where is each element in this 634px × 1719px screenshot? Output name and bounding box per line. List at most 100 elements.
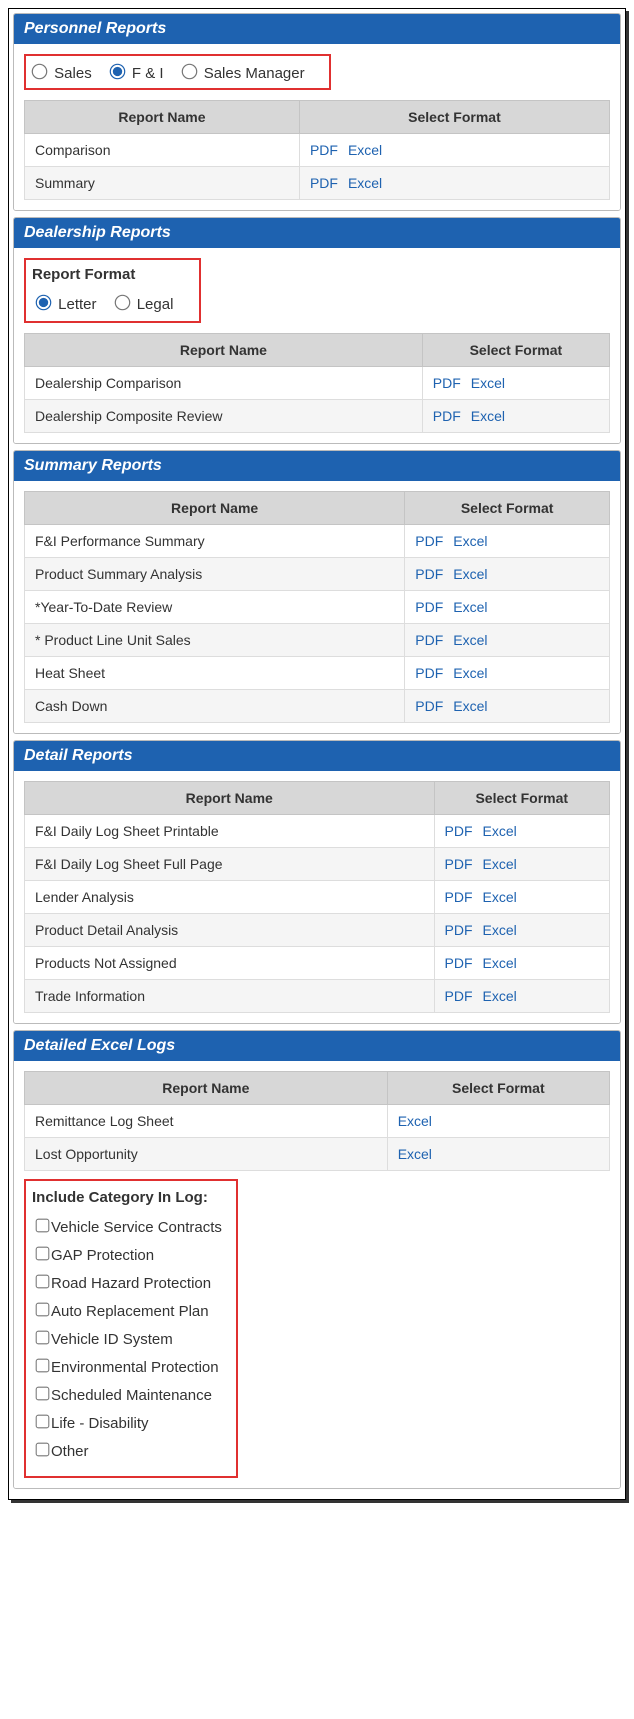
table-row: Trade InformationPDFExcel — [25, 980, 610, 1013]
report-name-cell: Remittance Log Sheet — [25, 1105, 388, 1138]
excel-link[interactable]: Excel — [453, 698, 487, 714]
category-item: Auto Replacement Plan — [32, 1300, 222, 1320]
select-format-cell: PDF Excel — [422, 367, 609, 400]
category-checkbox-7[interactable] — [36, 1415, 50, 1429]
excel-link[interactable]: Excel — [453, 665, 487, 681]
personnel-radio-group: Sales F & I Sales Manager — [24, 54, 331, 90]
select-format-cell: Excel — [387, 1138, 609, 1171]
personnel-radio-input-1[interactable] — [109, 64, 125, 80]
report-name-cell: F&I Performance Summary — [25, 525, 405, 558]
dealership-reports-section: Dealership Reports Report Format Letter … — [13, 217, 621, 444]
category-item: Other — [32, 1440, 222, 1460]
pdf-link[interactable]: PDF — [415, 698, 443, 714]
pdf-link[interactable]: PDF — [433, 375, 461, 391]
report-name-cell: F&I Daily Log Sheet Full Page — [25, 848, 435, 881]
select-format-cell: PDF Excel — [299, 134, 609, 167]
pdf-link[interactable]: PDF — [445, 922, 473, 938]
table-row: Lost Opportunity Excel — [25, 1138, 610, 1171]
dealership-radio-0[interactable]: Letter — [32, 296, 97, 313]
category-checkbox-6[interactable] — [36, 1387, 50, 1401]
report-name-cell: Lost Opportunity — [25, 1138, 388, 1171]
pdf-link[interactable]: PDF — [445, 955, 473, 971]
pdf-link[interactable]: PDF — [310, 142, 338, 158]
category-checkbox-2[interactable] — [36, 1275, 50, 1289]
excel-link[interactable]: Excel — [453, 533, 487, 549]
excel-link[interactable]: Excel — [348, 142, 382, 158]
report-name-cell: Dealership Composite Review — [25, 400, 423, 433]
personnel-radio-2[interactable]: Sales Manager — [178, 65, 305, 82]
pdf-link[interactable]: PDF — [415, 665, 443, 681]
category-label: Scheduled Maintenance — [51, 1387, 212, 1404]
personnel-table: Report Name Select Format ComparisonPDFE… — [24, 100, 610, 200]
dealership-radio-input-0[interactable] — [36, 295, 52, 311]
pdf-link[interactable]: PDF — [310, 175, 338, 191]
excel-link[interactable]: Excel — [348, 175, 382, 191]
personnel-radio-0[interactable]: Sales — [28, 65, 92, 82]
category-checkbox-8[interactable] — [36, 1443, 50, 1457]
select-format-cell: PDF Excel — [434, 848, 610, 881]
col-report-name: Report Name — [25, 492, 405, 525]
personnel-reports-header: Personnel Reports — [14, 14, 620, 44]
pdf-link[interactable]: PDF — [433, 408, 461, 424]
category-item: Life - Disability — [32, 1412, 222, 1432]
table-row: Lender Analysis PDF Excel — [25, 881, 610, 914]
excel-link[interactable]: Excel — [471, 375, 505, 391]
pdf-link[interactable]: PDF — [415, 599, 443, 615]
category-label: Vehicle Service Contracts — [51, 1219, 222, 1236]
report-format-title: Report Format — [30, 262, 189, 293]
report-name-cell: Heat Sheet — [25, 657, 405, 690]
select-format-cell: PDF Excel — [434, 881, 610, 914]
personnel-radio-input-2[interactable] — [181, 64, 197, 80]
report-name-cell: Products Not Assigned — [25, 947, 435, 980]
include-category-box: Include Category In Log: Vehicle Service… — [24, 1179, 238, 1478]
summary-reports-header: Summary Reports — [14, 451, 620, 481]
col-select-format: Select Format — [405, 492, 610, 525]
excel-logs-table: Report Name Select Format Remittance Log… — [24, 1071, 610, 1171]
pdf-link[interactable]: PDF — [415, 533, 443, 549]
excel-link[interactable]: Excel — [483, 922, 517, 938]
report-name-cell: Summary — [25, 167, 300, 200]
pdf-link[interactable]: PDF — [445, 889, 473, 905]
excel-logs-header: Detailed Excel Logs — [14, 1031, 620, 1061]
report-name-cell: Lender Analysis — [25, 881, 435, 914]
category-checkbox-0[interactable] — [36, 1219, 50, 1233]
category-checkbox-3[interactable] — [36, 1303, 50, 1317]
select-format-cell: PDF Excel — [434, 947, 610, 980]
pdf-link[interactable]: PDF — [445, 988, 473, 1004]
excel-logs-body: Report Name Select Format Remittance Log… — [14, 1061, 620, 1488]
category-label: Life - Disability — [51, 1415, 149, 1432]
excel-link[interactable]: Excel — [483, 955, 517, 971]
excel-link[interactable]: Excel — [471, 408, 505, 424]
pdf-link[interactable]: PDF — [415, 566, 443, 582]
report-name-cell: Cash Down — [25, 690, 405, 723]
dealership-radio-group: Letter Legal — [30, 293, 189, 313]
pdf-link[interactable]: PDF — [445, 856, 473, 872]
pdf-link[interactable]: PDF — [415, 632, 443, 648]
excel-link[interactable]: Excel — [453, 566, 487, 582]
category-item: Vehicle ID System — [32, 1328, 222, 1348]
excel-link[interactable]: Excel — [453, 632, 487, 648]
report-name-cell: Dealership Comparison — [25, 367, 423, 400]
category-item: GAP Protection — [32, 1244, 222, 1264]
table-row: Heat Sheet PDF Excel — [25, 657, 610, 690]
report-name-cell: Product Detail Analysis — [25, 914, 435, 947]
personnel-radio-input-0[interactable] — [32, 64, 48, 80]
excel-link[interactable]: Excel — [453, 599, 487, 615]
pdf-link[interactable]: PDF — [445, 823, 473, 839]
excel-link[interactable]: Excel — [483, 988, 517, 1004]
excel-link[interactable]: Excel — [483, 889, 517, 905]
report-name-cell: Product Summary Analysis — [25, 558, 405, 591]
col-report-name: Report Name — [25, 1072, 388, 1105]
personnel-radio-1[interactable]: F & I — [106, 65, 164, 82]
table-row: F&I Daily Log Sheet Full Page PDF Excel — [25, 848, 610, 881]
category-checkbox-5[interactable] — [36, 1359, 50, 1373]
category-checkbox-1[interactable] — [36, 1247, 50, 1261]
excel-link[interactable]: Excel — [398, 1146, 432, 1162]
excel-link[interactable]: Excel — [483, 856, 517, 872]
dealership-radio-input-1[interactable] — [114, 295, 130, 311]
dealership-radio-1[interactable]: Legal — [111, 296, 174, 313]
category-checkbox-4[interactable] — [36, 1331, 50, 1345]
category-label: Other — [51, 1443, 89, 1460]
excel-link[interactable]: Excel — [483, 823, 517, 839]
excel-link[interactable]: Excel — [398, 1113, 432, 1129]
